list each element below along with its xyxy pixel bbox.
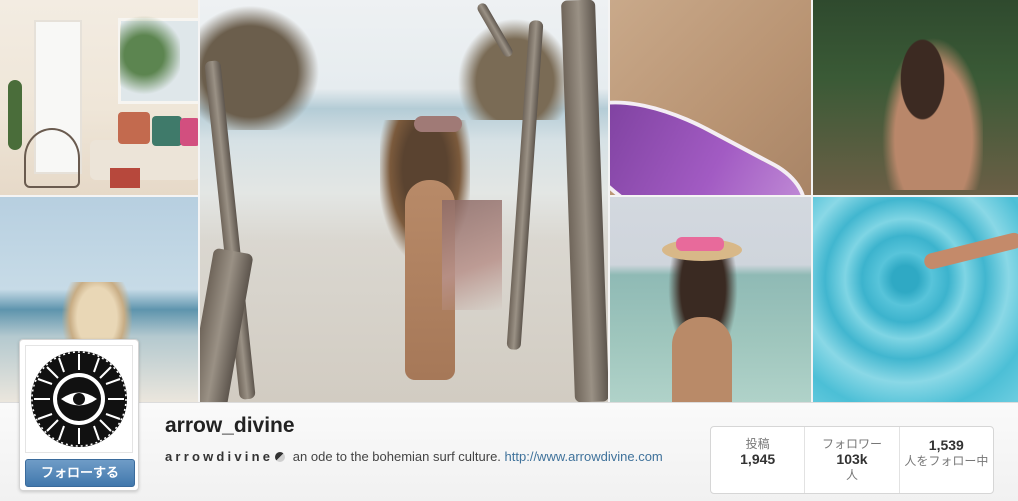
eye-sun-logo-icon [31, 351, 127, 447]
avatar-card: フォローする [19, 339, 139, 491]
stat-followers-label: フォロワー [821, 437, 882, 451]
profile-stats: 投稿 1,945 フォロワー 103k 人 1,539 人をフォロー中 [710, 426, 994, 494]
bio-brand: arrowdivine [165, 449, 274, 464]
stat-following-value: 1,539 [928, 437, 964, 453]
avatar[interactable] [25, 345, 133, 453]
stat-followers[interactable]: フォロワー 103k 人 [805, 427, 900, 493]
photo-beach-main[interactable] [200, 0, 608, 402]
stat-posts[interactable]: 投稿 1,945 [711, 427, 806, 493]
stat-followers-unit: 人 [845, 468, 858, 482]
photo-surfboard[interactable] [610, 0, 811, 195]
stat-posts-value: 1,945 [740, 451, 776, 467]
photo-pool-swirl[interactable] [813, 197, 1018, 402]
follow-button[interactable]: フォローする [25, 459, 135, 487]
photo-sea-hat[interactable] [610, 197, 811, 402]
profile-bio: arrowdivine an ode to the bohemian surf … [165, 449, 663, 464]
stat-posts-label: 投稿 [745, 437, 770, 451]
brand-circle-icon [275, 452, 286, 462]
photo-boho-interior[interactable] [0, 0, 198, 195]
stat-following[interactable]: 1,539 人をフォロー中 [900, 427, 993, 493]
photo-hair-tie[interactable] [813, 0, 1018, 195]
website-link[interactable]: http://www.arrowdivine.com [505, 449, 663, 464]
stat-following-unit: 人をフォロー中 [904, 454, 989, 468]
bio-text: an ode to the bohemian surf culture. [289, 449, 505, 464]
stat-followers-value: 103k [836, 451, 868, 467]
profile-username: arrow_divine [165, 414, 295, 437]
